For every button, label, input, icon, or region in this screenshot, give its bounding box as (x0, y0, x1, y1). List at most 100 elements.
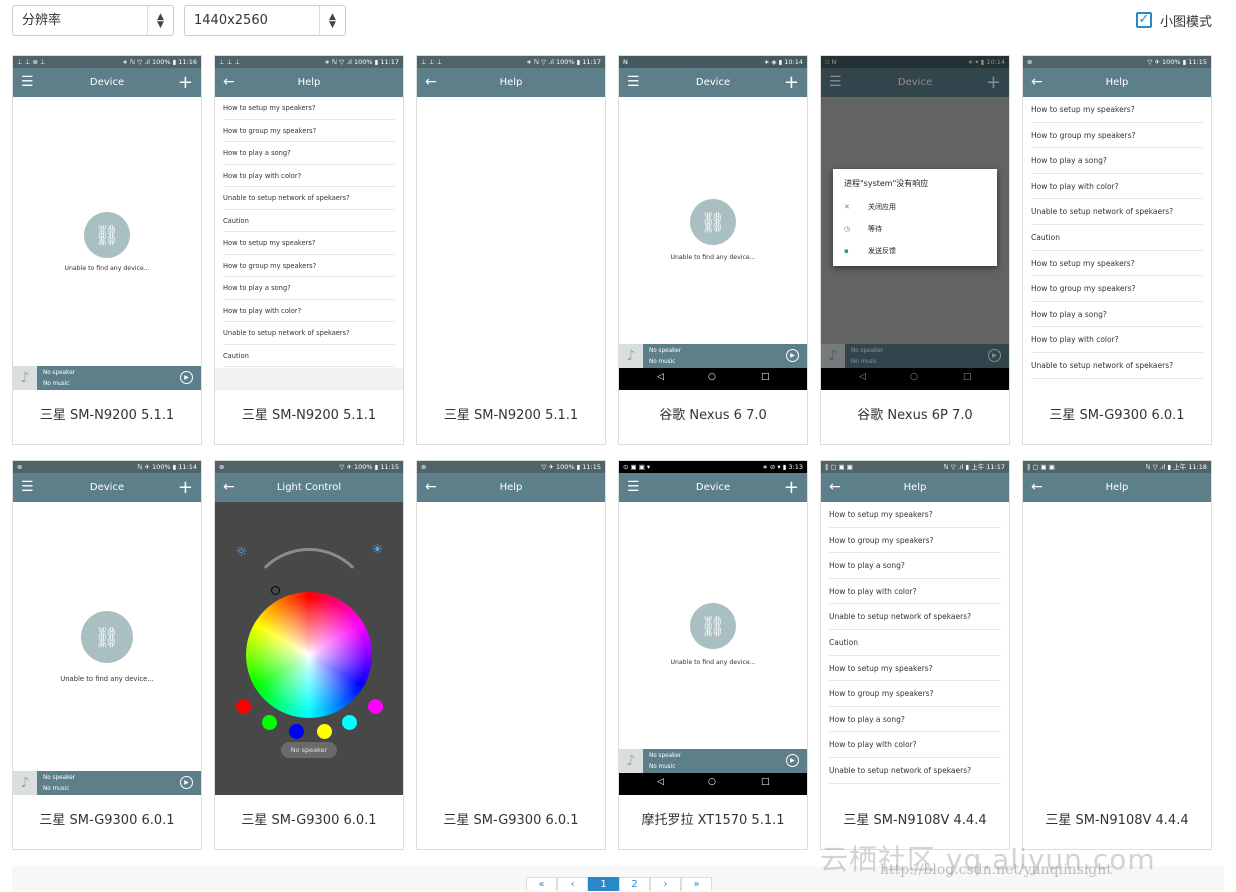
last-page-button[interactable]: » (681, 877, 712, 891)
page-button-1[interactable]: 1 (588, 877, 619, 891)
list-item: How to play with color? (223, 300, 395, 322)
small-mode-label[interactable]: 小图模式 (1160, 11, 1212, 30)
status-right: ℕ ▽ .ıl ▮ 上午 11:17 (943, 463, 1005, 471)
screenshot-card[interactable]: ⊙ ▣ ▣ ▾ ∗ ⊘ ▾ ▮ 3:13 ☰ Device + ⛓ Unable to… (618, 460, 808, 850)
device-caption: 三星 SM-G9300 6.0.1 (443, 813, 579, 828)
status-bar: ⊥ ⊥ ⊥ ∗ ℕ ▽ .ıl 100% ▮ 11:17 (215, 56, 403, 68)
color-swatch-green[interactable] (262, 715, 277, 730)
music-text: No music (649, 359, 676, 365)
music-note-icon: ♪ (13, 366, 37, 390)
status-left: ⊛ (219, 463, 225, 471)
resolution-select[interactable]: 分辨率 ▲ ▼ (12, 5, 174, 36)
first-page-button[interactable]: « (526, 877, 557, 891)
list-item: How to setup my speakers? (829, 502, 1001, 528)
list-item: How to setup my speakers? (1031, 97, 1203, 123)
color-swatch-cyan[interactable] (342, 715, 357, 730)
color-swatch-yellow[interactable] (317, 724, 332, 739)
app-bar: ☰ Device + (619, 473, 807, 502)
phone-screenshot[interactable]: ⊥ ⊥ ⊛ ⊥ ∗ ℕ ▽ .ıl 100% ▮ 11:16 ☰ Device + ⛓… (13, 56, 201, 390)
phone-screenshot[interactable]: ▫ N ∗ ▾ ▮ 10:14 ☰ Device + ♪ No speaker No … (821, 56, 1009, 390)
status-bar: ⊛ ▽ ✈ 100% ▮ 11:15 (1023, 56, 1211, 68)
screenshot-card[interactable]: ▫ N ∗ ▾ ▮ 10:14 ☰ Device + ♪ No speaker No … (820, 55, 1010, 445)
app-bar-title: Device (695, 77, 731, 88)
screenshot-card[interactable]: ⊛ ▽ ✈ 100% ▮ 11:15 ← Light Control ☼ ☀ No … (214, 460, 404, 850)
menu-icon: ☰ (21, 479, 34, 495)
status-left: ⊥ ⊥ ⊛ ⊥ (17, 58, 46, 66)
music-text: No music (43, 381, 70, 387)
app-bar: ← Help (215, 68, 403, 97)
app-bar-title: Help (499, 77, 523, 88)
app-bar-title: Device (89, 482, 125, 493)
color-swatch-blue[interactable] (289, 724, 304, 739)
list-item: How to play a song? (223, 142, 395, 165)
phone-screenshot[interactable]: ⊙ ▣ ▣ ▾ ∗ ⊘ ▾ ▮ 3:13 ☰ Device + ⛓ Unable to… (619, 461, 807, 795)
small-mode-checkbox[interactable]: ✓ (1136, 12, 1152, 28)
screenshot-card[interactable]: ⊛ ▽ ✈ 100% ▮ 11:15 ← Help 三星 SM-G9300 6.0.… (416, 460, 606, 850)
phone-screenshot[interactable]: ‖ ▢ ▣ ▣ ℕ ▽ .ıl ▮ 上午 11:17 ← Help How to s… (821, 461, 1009, 795)
list-item: How to group my speakers? (829, 681, 1001, 707)
phone-screenshot[interactable]: ⊛ ▽ ✈ 100% ▮ 11:15 ← Light Control ☼ ☀ No … (215, 461, 403, 795)
phone-screenshot[interactable]: ⊥ ⊥ ⊥ ∗ ℕ ▽ .ıl 100% ▮ 11:17 ← Help (417, 56, 605, 390)
list-item: How to play with color? (223, 165, 395, 187)
list-item: Unable to setup network of spekaers? (1031, 353, 1203, 379)
speaker-text: No speaker (43, 775, 76, 781)
device-caption: 三星 SM-G9300 6.0.1 (241, 813, 377, 828)
next-page-button[interactable]: › (650, 877, 681, 891)
page-button-2[interactable]: 2 (619, 877, 650, 891)
home-nav-icon: ○ (708, 372, 716, 382)
clock-icon: ◷ (844, 225, 851, 233)
list-item: How to group my speakers? (1031, 123, 1203, 149)
phone-screenshot[interactable]: N ∗ ◈ ▮ 10:14 ☰ Device + ⛓ Unable to find a… (619, 56, 807, 390)
no-speaker-toast: No speaker (281, 742, 337, 758)
color-picker-handle[interactable] (271, 586, 280, 595)
phone-screenshot[interactable]: ‖ ▢ ▣ ▣ ℕ ▽ .ıl ▮ 上午 11:18 ← Help (1023, 461, 1211, 795)
status-left: ⊙ ▣ ▣ ▾ (623, 463, 651, 471)
toolbar: 分辨率 ▲ ▼ 1440x2560 ▲ ▼ ✓ 小图模式 (0, 0, 1236, 44)
status-right: ∗ ℕ ▽ .ıl 100% ▮ 11:17 (324, 58, 399, 66)
screenshot-card[interactable]: ⊥ ⊥ ⊥ ∗ ℕ ▽ .ıl 100% ▮ 11:17 ← Help How to… (214, 55, 404, 445)
back-arrow-icon: ← (223, 479, 235, 495)
dialog-option-close: ✕ 关闭应用 (844, 202, 896, 212)
device-caption: 三星 SM-N9200 5.1.1 (39, 408, 175, 423)
status-right: ∗ ⊘ ▾ ▮ 3:13 (762, 463, 803, 471)
app-bar: ← Help (821, 473, 1009, 502)
list-item: How to play a song? (223, 277, 395, 300)
phone-screenshot[interactable]: ⊛ ℕ ✈ 100% ▮ 11:14 ☰ Device + ⛓ Unable to f… (13, 461, 201, 795)
color-wheel[interactable] (246, 592, 372, 718)
home-nav-icon: ○ (708, 777, 716, 787)
color-swatch-red[interactable] (236, 699, 251, 714)
prev-page-button[interactable]: ‹ (557, 877, 588, 891)
feedback-icon: ▪ (844, 247, 849, 255)
phone-screenshot[interactable]: ⊛ ▽ ✈ 100% ▮ 11:15 ← Help How to setup my … (1023, 56, 1211, 390)
screenshot-card[interactable]: ⊥ ⊥ ⊛ ⊥ ∗ ℕ ▽ .ıl 100% ▮ 11:16 ☰ Device + ⛓… (12, 55, 202, 445)
screenshot-card[interactable]: ⊛ ℕ ✈ 100% ▮ 11:14 ☰ Device + ⛓ Unable to f… (12, 460, 202, 850)
watermark-url: http://blog.csdn.net/yunqiinsight (880, 862, 1112, 878)
device-caption: 三星 SM-N9200 5.1.1 (443, 408, 579, 423)
list-item: Unable to setup network of spekaers? (829, 604, 1001, 630)
device-caption: 谷歌 Nexus 6P 7.0 (857, 408, 973, 423)
screenshot-card[interactable]: ‖ ▢ ▣ ▣ ℕ ▽ .ıl ▮ 上午 11:17 ← Help How to s… (820, 460, 1010, 850)
screenshot-card[interactable]: ‖ ▢ ▣ ▣ ℕ ▽ .ıl ▮ 上午 11:18 ← Help 三星 SM-N9… (1022, 460, 1212, 850)
status-right: ∗ ℕ ▽ .ıl 100% ▮ 11:16 (122, 58, 197, 66)
back-arrow-icon: ← (1031, 74, 1043, 90)
status-left: N (623, 58, 628, 66)
list-item: How to setup my speakers? (223, 232, 395, 255)
app-bar-title: Help (1105, 482, 1129, 493)
size-select[interactable]: 1440x2560 ▲ ▼ (184, 5, 346, 36)
list-item: Unable to setup network of spekaers? (1031, 199, 1203, 225)
list-item: How to group my speakers? (1031, 276, 1203, 302)
status-right: ℕ ▽ .ıl ▮ 上午 11:18 (1145, 463, 1207, 471)
status-bar: ‖ ▢ ▣ ▣ ℕ ▽ .ıl ▮ 上午 11:18 (1023, 461, 1211, 473)
music-text: No music (43, 786, 70, 792)
player-bar: ♪ No speaker No music ▶ (13, 366, 201, 390)
color-swatch-magenta[interactable] (368, 699, 383, 714)
device-caption: 谷歌 Nexus 6 7.0 (659, 408, 767, 423)
app-bar: ← Light Control (215, 473, 403, 502)
screenshot-card[interactable]: ⊥ ⊥ ⊥ ∗ ℕ ▽ .ıl 100% ▮ 11:17 ← Help 三星 SM-… (416, 55, 606, 445)
list-item: How to group my speakers? (223, 120, 395, 142)
phone-screenshot[interactable]: ⊥ ⊥ ⊥ ∗ ℕ ▽ .ıl 100% ▮ 11:17 ← Help How to… (215, 56, 403, 390)
phone-screenshot[interactable]: ⊛ ▽ ✈ 100% ▮ 11:15 ← Help (417, 461, 605, 795)
screenshot-card[interactable]: N ∗ ◈ ▮ 10:14 ☰ Device + ⛓ Unable to find a… (618, 55, 808, 445)
screenshot-card[interactable]: ⊛ ▽ ✈ 100% ▮ 11:15 ← Help How to setup my … (1022, 55, 1212, 445)
menu-icon: ☰ (21, 74, 34, 90)
